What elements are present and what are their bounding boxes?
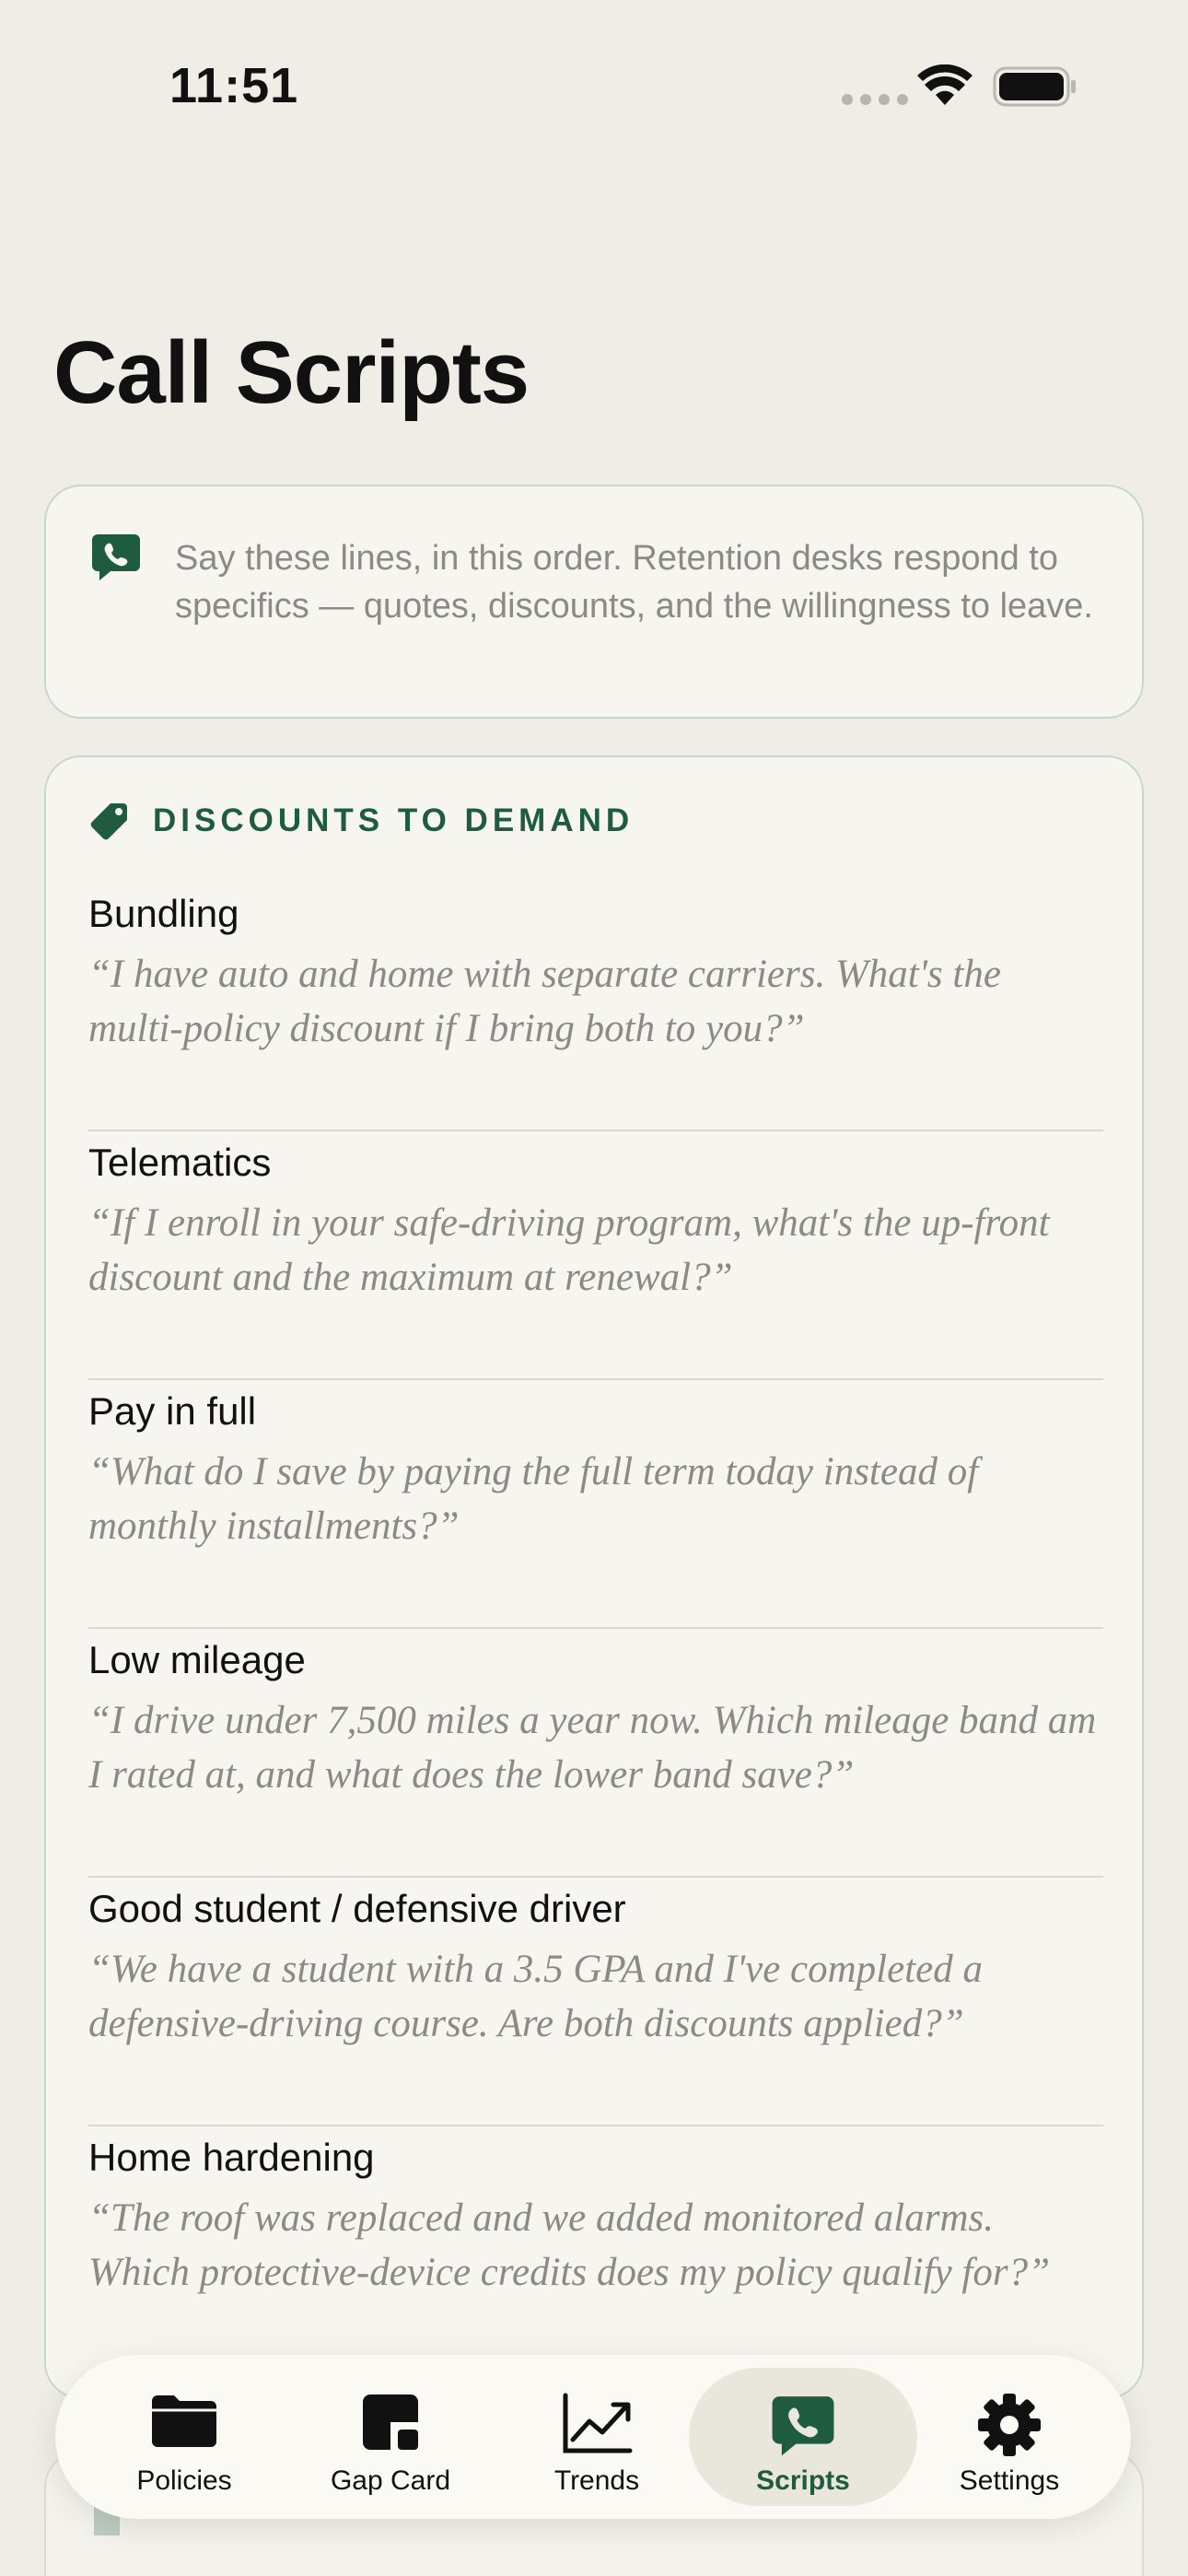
phone-bubble-icon <box>772 2396 834 2456</box>
wifi-icon <box>917 64 973 105</box>
discount-name: Good student / defensive driver <box>88 1887 626 1930</box>
list-item: Bundling “I have auto and home with sepa… <box>88 883 1103 1131</box>
tab-settings[interactable]: Settings <box>895 2368 1124 2506</box>
page-title: Call Scripts <box>53 323 530 422</box>
phone-bubble-icon <box>92 534 140 580</box>
tab-trends[interactable]: Trends <box>483 2368 711 2506</box>
list-item: Good student / defensive driver “We have… <box>88 1878 1103 2126</box>
intro-text: Say these lines, in this order. Retentio… <box>175 539 1093 626</box>
section-header: DISCOUNTS TO DEMAND <box>88 798 634 844</box>
section-title: DISCOUNTS TO DEMAND <box>153 802 635 838</box>
discount-quote: “We have a student with a 3.5 GPA and I'… <box>88 1948 983 2045</box>
tab-gap-card[interactable]: Gap Card <box>276 2368 505 2506</box>
tab-policies[interactable]: Policies <box>70 2368 298 2506</box>
tab-label: Trends <box>553 2465 640 2496</box>
list-item: Low mileage “I drive under 7,500 miles a… <box>88 1629 1103 1878</box>
discount-name: Telematics <box>88 1141 272 1184</box>
discount-quote: “I have auto and home with separate carr… <box>88 953 1001 1050</box>
discount-name: Home hardening <box>88 2136 375 2179</box>
tab-label: Policies <box>136 2465 232 2496</box>
intro-card: Say these lines, in this order. Retentio… <box>44 485 1144 719</box>
tag-icon <box>90 803 127 840</box>
gap-card-icon <box>363 2395 418 2450</box>
list-item: Pay in full “What do I save by paying th… <box>88 1380 1103 1629</box>
discounts-card: DISCOUNTS TO DEMAND Bundling “I have aut… <box>44 755 1144 2399</box>
discount-name: Pay in full <box>88 1389 257 1433</box>
discount-list: Bundling “I have auto and home with sepa… <box>88 883 1103 2375</box>
list-item: Telematics “If I enroll in your safe-dri… <box>88 1131 1103 1380</box>
discount-name: Low mileage <box>88 1638 306 1681</box>
status-time: 11:51 <box>169 58 299 113</box>
gear-icon <box>978 2394 1041 2456</box>
cellular-signal-icon <box>842 94 908 105</box>
tab-bar: Policies Gap Card Trends Scripts Setting… <box>55 2355 1131 2519</box>
tab-scripts[interactable]: Scripts <box>689 2368 917 2506</box>
tab-label: Scripts <box>756 2465 850 2496</box>
discount-name: Bundling <box>88 892 239 935</box>
folder-icon <box>152 2395 216 2447</box>
discount-quote: “If I enroll in your safe-driving progra… <box>88 1201 1050 1299</box>
discount-quote: “The roof was replaced and we added moni… <box>88 2196 1051 2294</box>
tab-label: Settings <box>959 2465 1060 2496</box>
status-bar: 11:51 <box>0 0 1188 175</box>
discount-quote: “What do I save by paying the full term … <box>88 1450 979 1548</box>
discount-quote: “I drive under 7,500 miles a year now. W… <box>88 1699 1097 1797</box>
tab-label: Gap Card <box>330 2465 451 2496</box>
chart-line-icon <box>563 2393 633 2453</box>
battery-icon <box>993 66 1076 107</box>
